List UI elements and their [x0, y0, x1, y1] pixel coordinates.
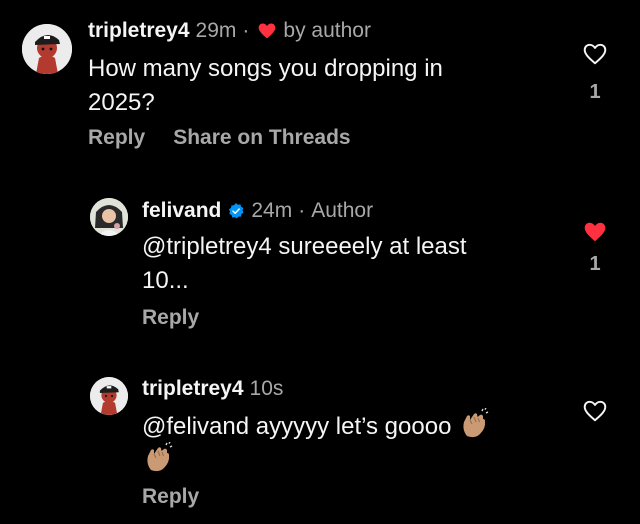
- username[interactable]: tripletrey4: [88, 18, 190, 44]
- comment-text-line-2: 2025?: [88, 89, 155, 116]
- separator-dot: ·: [242, 19, 250, 42]
- comment-actions: Reply Share on Threads: [88, 125, 351, 151]
- comment-text-line-2: [142, 442, 490, 478]
- like-control: 1: [580, 41, 610, 104]
- timestamp: 24m: [251, 199, 293, 222]
- separator-dot: ·: [298, 199, 306, 222]
- comment-text-line-1: How many songs you dropping in: [88, 55, 443, 82]
- comment-actions: Reply: [142, 305, 199, 331]
- avatar-image: [22, 24, 72, 74]
- like-count: 1: [589, 253, 601, 275]
- avatar[interactable]: [90, 377, 128, 415]
- comment-actions: Reply: [142, 484, 199, 510]
- author-label: Author: [311, 199, 374, 222]
- like-control: 1: [580, 219, 610, 276]
- like-control: [580, 398, 610, 424]
- reply-button[interactable]: Reply: [142, 484, 199, 510]
- liked-by-author-label: by author: [283, 19, 371, 42]
- username[interactable]: tripletrey4: [142, 376, 244, 402]
- like-count: 1: [589, 81, 601, 103]
- comment-text-line-2: 10...: [142, 267, 189, 294]
- clapping-hands-emoji: [147, 442, 173, 472]
- comment-text: @tripletrey4 sureeeely at least 10...: [142, 230, 467, 298]
- comment-text-line-1: @felivand ayyyyy let’s goooo: [142, 408, 490, 444]
- reply-button[interactable]: Reply: [88, 125, 145, 151]
- verified-badge-icon: [229, 203, 244, 219]
- comment-header: felivand 24m · Author: [142, 198, 373, 224]
- comment-header: tripletrey4 10s: [142, 376, 283, 402]
- share-on-threads-button[interactable]: Share on Threads: [173, 125, 350, 151]
- avatar[interactable]: [22, 24, 72, 74]
- heart-filled-icon: [259, 23, 276, 39]
- timestamp: 10s: [249, 377, 284, 400]
- comment-text: @felivand ayyyyy let’s goooo: [142, 408, 490, 478]
- avatar[interactable]: [90, 198, 128, 236]
- heart-filled-icon[interactable]: [582, 219, 608, 245]
- reply-button[interactable]: Reply: [142, 305, 199, 331]
- comment-header: tripletrey4 29m · by author: [88, 18, 371, 44]
- comment-text-line-1: @tripletrey4 sureeeely at least: [142, 233, 467, 260]
- comment-text-content: @felivand ayyyyy let’s goooo: [142, 413, 452, 440]
- avatar-image: [90, 198, 128, 236]
- username[interactable]: felivand: [142, 198, 221, 224]
- avatar-image: [90, 377, 128, 415]
- clapping-hands-emoji: [463, 408, 489, 438]
- heart-outline-icon[interactable]: [582, 41, 608, 67]
- timestamp: 29m: [195, 19, 237, 42]
- comment-text: How many songs you dropping in 2025?: [88, 52, 443, 120]
- heart-outline-icon[interactable]: [582, 398, 608, 424]
